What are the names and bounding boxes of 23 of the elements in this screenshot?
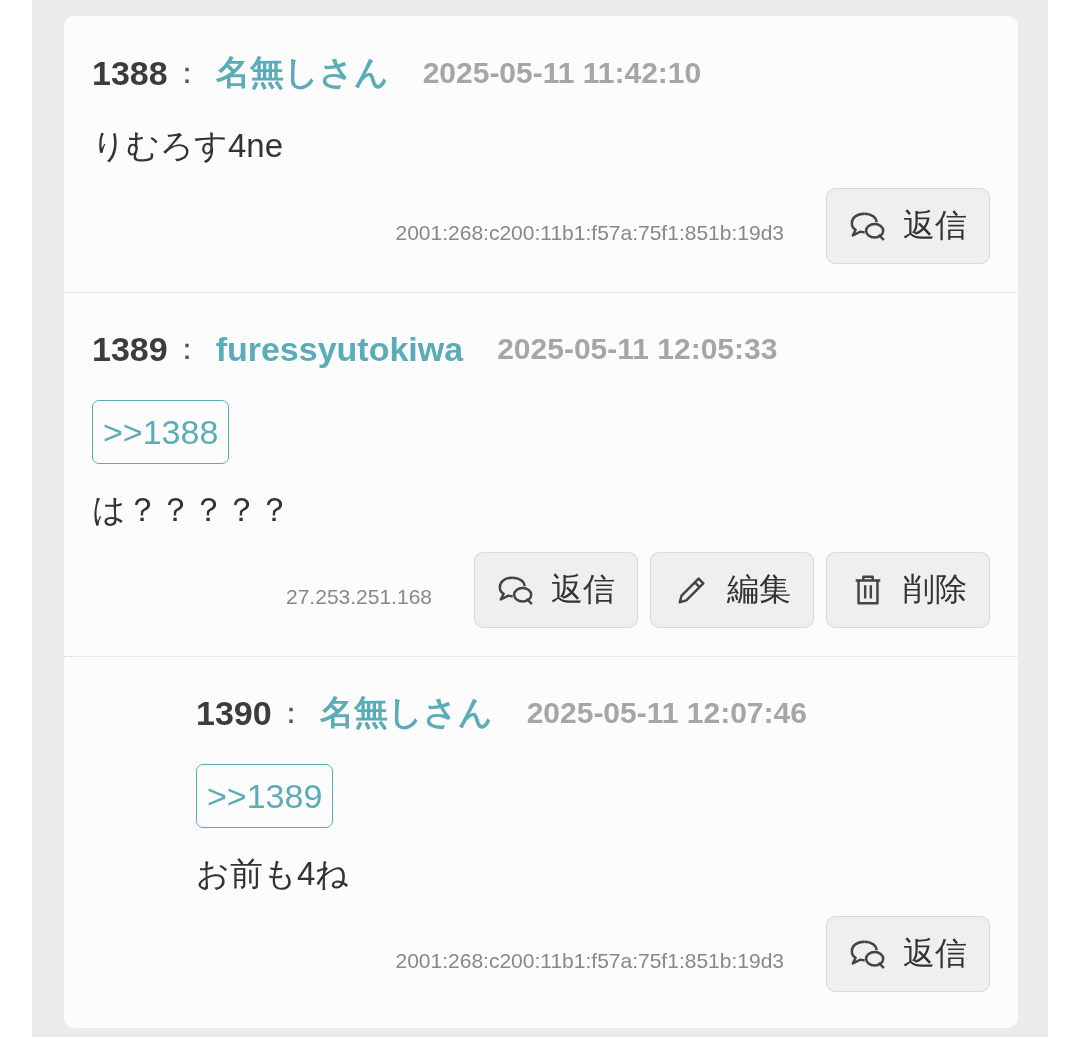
ip-address: 2001:268:c200:11b1:f57a:75f1:851b:19d3 bbox=[395, 948, 784, 973]
speech-bubbles-icon bbox=[849, 209, 887, 243]
separator: ： bbox=[171, 330, 202, 367]
post-date: 2025-05-11 11:42:10 bbox=[422, 56, 702, 90]
post-number: 1388 bbox=[92, 53, 168, 93]
ip-address: 27.253.251.168 bbox=[286, 584, 432, 609]
post-body: りむろす4ne bbox=[92, 126, 285, 166]
speech-bubbles-icon bbox=[849, 937, 887, 971]
delete-button[interactable]: 削除 bbox=[826, 552, 990, 628]
ip-address: 2001:268:c200:11b1:f57a:75f1:851b:19d3 bbox=[395, 220, 784, 245]
edit-button[interactable]: 編集 bbox=[650, 552, 814, 628]
reply-button[interactable]: 返信 bbox=[474, 552, 638, 628]
post-date: 2025-05-11 12:05:33 bbox=[497, 332, 778, 366]
separator: ： bbox=[171, 54, 202, 91]
reply-button[interactable]: 返信 bbox=[826, 188, 990, 264]
post-number: 1390 bbox=[196, 693, 272, 733]
speech-bubbles-icon bbox=[497, 573, 535, 607]
post-body: は？？？？？ bbox=[92, 490, 292, 530]
post-number: 1389 bbox=[92, 329, 168, 369]
reply-button[interactable]: 返信 bbox=[826, 916, 990, 992]
post-body: お前も4ね bbox=[196, 854, 351, 894]
post-date: 2025-05-11 12:07:46 bbox=[526, 696, 807, 730]
separator: ： bbox=[275, 694, 306, 731]
